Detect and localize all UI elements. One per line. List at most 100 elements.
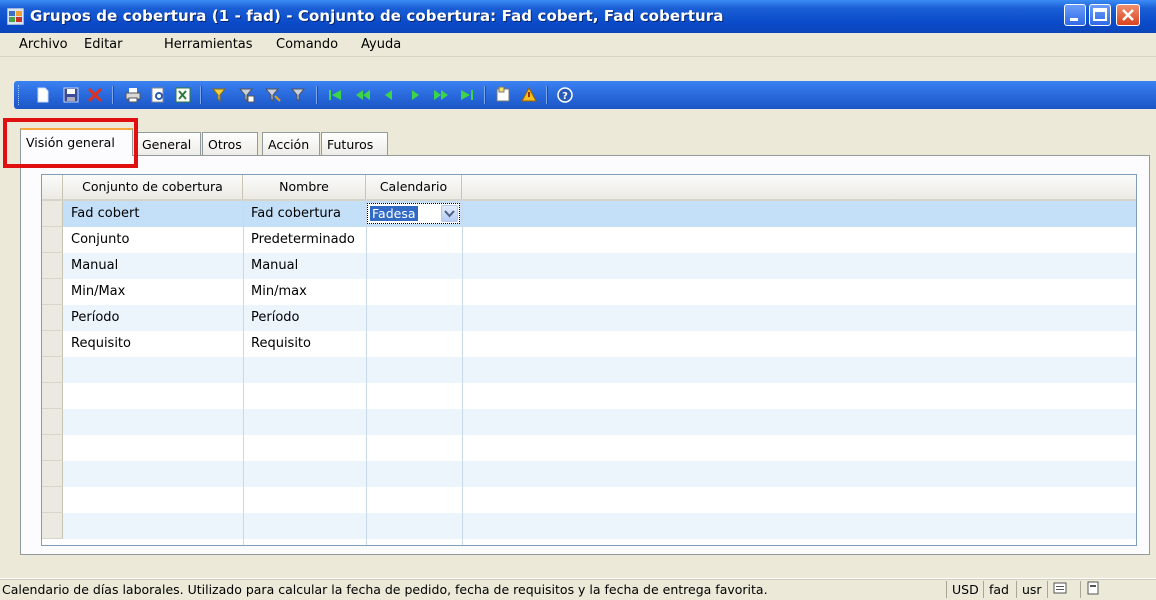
maximize-button[interactable] — [1089, 4, 1111, 26]
row-selector — [42, 409, 63, 435]
remove-filter-icon[interactable] — [290, 86, 308, 104]
close-icon — [1122, 9, 1134, 21]
tab-label: Otros — [208, 137, 242, 152]
empty-row — [42, 409, 1136, 435]
database-icon — [1053, 582, 1067, 594]
new-icon[interactable] — [34, 86, 52, 104]
column-header-name[interactable]: Nombre — [243, 175, 366, 199]
column-divider — [366, 199, 367, 545]
tab-label: Futuros — [327, 137, 374, 152]
cell-set[interactable]: Min/Max — [63, 279, 125, 305]
last-record-icon[interactable] — [458, 86, 476, 104]
status-bar: Calendario de días laborales. Utilizado … — [0, 579, 1156, 600]
app-icon — [7, 8, 24, 25]
row-selector — [42, 487, 63, 513]
document-handling-icon[interactable] — [494, 86, 512, 104]
row-selector — [42, 461, 63, 487]
calendar-combobox[interactable]: Fadesa — [367, 203, 460, 224]
row-selector[interactable] — [42, 305, 63, 331]
print-icon[interactable] — [124, 86, 142, 104]
tab-accion[interactable]: Acción — [262, 132, 320, 156]
tab-otros[interactable]: Otros — [202, 132, 258, 156]
toolbar-separator — [546, 86, 548, 104]
column-header-calendar[interactable]: Calendario — [366, 175, 462, 199]
delete-icon[interactable] — [86, 86, 104, 104]
status-currency[interactable]: USD — [946, 581, 979, 598]
empty-row — [42, 513, 1136, 539]
empty-row — [42, 357, 1136, 383]
table-row[interactable]: Requisito Requisito — [42, 331, 1136, 357]
empty-row — [42, 383, 1136, 409]
status-company[interactable]: fad — [983, 581, 1009, 598]
toolbar-separator — [112, 86, 114, 104]
row-selector[interactable] — [42, 201, 63, 227]
toolbar-separator — [484, 86, 486, 104]
column-divider — [462, 199, 463, 545]
status-icon-cell[interactable] — [1047, 581, 1073, 598]
cell-name[interactable]: Período — [243, 305, 300, 331]
highlight-box — [3, 118, 138, 168]
cell-set[interactable]: Período — [63, 305, 120, 331]
row-selector[interactable] — [42, 227, 63, 253]
row-selector — [42, 435, 63, 461]
empty-row — [42, 461, 1136, 487]
window-title: Grupos de cobertura (1 - fad) - Conjunto… — [30, 7, 724, 25]
row-header-corner — [42, 175, 63, 199]
next-record-icon[interactable] — [406, 86, 424, 104]
filter-by-grid-icon[interactable] — [238, 86, 256, 104]
menu-herramientas[interactable]: Herramientas — [164, 37, 253, 52]
cell-set[interactable]: Requisito — [63, 331, 131, 357]
row-selector — [42, 357, 63, 383]
cell-name[interactable]: Min/max — [243, 279, 307, 305]
title-bar[interactable]: Grupos de cobertura (1 - fad) - Conjunto… — [0, 0, 1156, 33]
close-button[interactable] — [1116, 4, 1140, 26]
tab-label: Acción — [268, 137, 310, 152]
first-record-icon[interactable] — [326, 86, 344, 104]
status-user[interactable]: usr — [1016, 581, 1042, 598]
print-preview-icon[interactable] — [149, 86, 167, 104]
menu-bar: Archivo Editar Herramientas Comando Ayud… — [0, 33, 1156, 57]
alert-icon[interactable] — [520, 86, 538, 104]
toolbar-separator — [200, 86, 202, 104]
cell-name[interactable]: Predeterminado — [243, 227, 355, 253]
dropdown-button[interactable] — [441, 205, 458, 222]
toolbar-grip[interactable] — [18, 85, 22, 105]
cell-set[interactable]: Conjunto — [63, 227, 129, 253]
cell-name[interactable]: Fad cobertura — [243, 201, 341, 227]
column-divider — [243, 199, 244, 545]
cell-set[interactable]: Fad cobert — [63, 201, 139, 227]
cell-set[interactable]: Manual — [63, 253, 118, 279]
cell-name[interactable]: Manual — [243, 253, 298, 279]
menu-ayuda[interactable]: Ayuda — [361, 37, 401, 52]
menu-archivo[interactable]: Archivo — [19, 37, 68, 52]
status-icon-cell[interactable] — [1080, 581, 1106, 598]
table-row[interactable]: Conjunto Predeterminado — [42, 227, 1136, 253]
table-row[interactable]: Fad cobert Fad cobertura Fadesa — [42, 201, 1136, 227]
toolbar-separator — [316, 86, 318, 104]
previous-page-icon[interactable] — [354, 86, 372, 104]
row-selector[interactable] — [42, 279, 63, 305]
column-header-set[interactable]: Conjunto de cobertura — [63, 175, 243, 199]
help-icon[interactable]: ? — [556, 86, 574, 104]
previous-record-icon[interactable] — [380, 86, 398, 104]
table-row[interactable]: Min/Max Min/max — [42, 279, 1136, 305]
tab-futuros[interactable]: Futuros — [321, 132, 388, 156]
row-selector[interactable] — [42, 331, 63, 357]
row-selector[interactable] — [42, 253, 63, 279]
menu-comando[interactable]: Comando — [276, 37, 338, 52]
tab-general[interactable]: General — [136, 132, 201, 156]
filter-by-selection-icon[interactable] — [211, 86, 229, 104]
table-row[interactable]: Manual Manual — [42, 253, 1136, 279]
empty-row — [42, 435, 1136, 461]
menu-editar[interactable]: Editar — [84, 37, 123, 52]
table-row[interactable]: Período Período — [42, 305, 1136, 331]
maximize-icon — [1093, 8, 1107, 21]
status-message: Calendario de días laborales. Utilizado … — [2, 582, 768, 597]
save-icon[interactable] — [62, 86, 80, 104]
export-excel-icon[interactable] — [174, 86, 192, 104]
svg-text:?: ? — [562, 91, 568, 102]
next-page-icon[interactable] — [432, 86, 450, 104]
advanced-filter-icon[interactable] — [264, 86, 282, 104]
minimize-button[interactable] — [1064, 4, 1086, 26]
cell-name[interactable]: Requisito — [243, 331, 311, 357]
